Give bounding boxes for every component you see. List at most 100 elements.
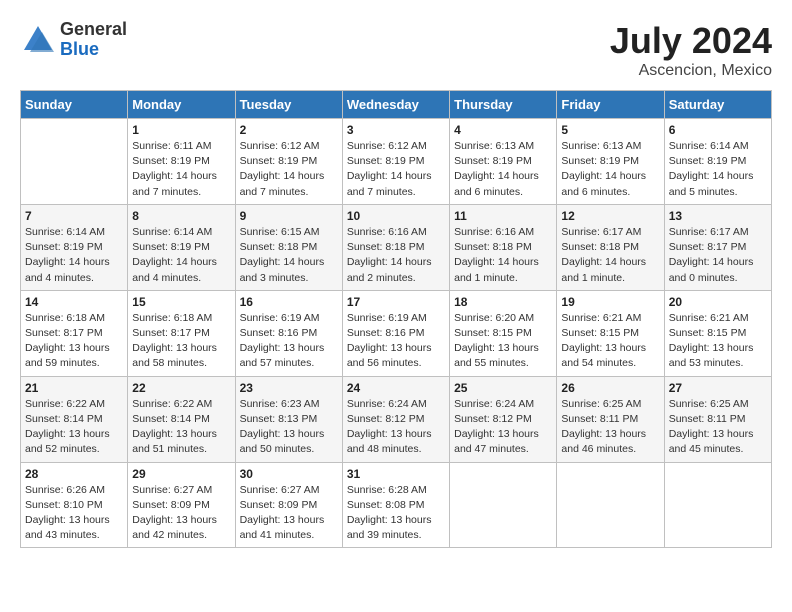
calendar-cell: 29 Sunrise: 6:27 AMSunset: 8:09 PMDayligh… bbox=[128, 462, 235, 548]
logo-icon bbox=[20, 22, 56, 58]
calendar-cell: 14Sunrise: 6:18 AMSunset: 8:17 PMDayligh… bbox=[21, 290, 128, 376]
day-number: 30 bbox=[240, 467, 338, 481]
day-info: Sunrise: 6:11 AMSunset: 8:19 PMDaylight:… bbox=[132, 139, 230, 200]
day-info: Sunrise: 6:24 AMSunset: 8:12 PMDaylight:… bbox=[454, 397, 552, 458]
header-cell-tuesday: Tuesday bbox=[235, 91, 342, 119]
calendar-cell: 18 Sunrise: 6:20 AMSunset: 8:15 PMDayligh… bbox=[450, 290, 557, 376]
day-info: Sunrise: 6:23 AMSunset: 8:13 PMDaylight:… bbox=[240, 397, 338, 458]
day-number: 10 bbox=[347, 209, 445, 223]
day-number: 4 bbox=[454, 123, 552, 137]
calendar-cell: 15 Sunrise: 6:18 AMSunset: 8:17 PMDayligh… bbox=[128, 290, 235, 376]
day-number: 26 bbox=[561, 381, 659, 395]
calendar-cell: 24 Sunrise: 6:24 AMSunset: 8:12 PMDayligh… bbox=[342, 376, 449, 462]
day-info: Sunrise: 6:20 AMSunset: 8:15 PMDaylight:… bbox=[454, 311, 552, 372]
day-number: 12 bbox=[561, 209, 659, 223]
calendar-header: SundayMondayTuesdayWednesdayThursdayFrid… bbox=[21, 91, 772, 119]
calendar-cell: 4 Sunrise: 6:13 AMSunset: 8:19 PMDaylight… bbox=[450, 119, 557, 205]
day-number: 6 bbox=[669, 123, 767, 137]
calendar-body: 1Sunrise: 6:11 AMSunset: 8:19 PMDaylight… bbox=[21, 119, 772, 548]
day-number: 18 bbox=[454, 295, 552, 309]
day-number: 24 bbox=[347, 381, 445, 395]
day-number: 2 bbox=[240, 123, 338, 137]
calendar-cell: 11 Sunrise: 6:16 AMSunset: 8:18 PMDayligh… bbox=[450, 204, 557, 290]
calendar-cell bbox=[557, 462, 664, 548]
calendar-cell: 12 Sunrise: 6:17 AMSunset: 8:18 PMDayligh… bbox=[557, 204, 664, 290]
day-number: 25 bbox=[454, 381, 552, 395]
calendar-cell: 20 Sunrise: 6:21 AMSunset: 8:15 PMDayligh… bbox=[664, 290, 771, 376]
day-number: 29 bbox=[132, 467, 230, 481]
calendar-cell: 17Sunrise: 6:19 AMSunset: 8:16 PMDayligh… bbox=[342, 290, 449, 376]
logo: General Blue bbox=[20, 20, 127, 60]
calendar-cell: 21Sunrise: 6:22 AMSunset: 8:14 PMDayligh… bbox=[21, 376, 128, 462]
day-info: Sunrise: 6:13 AMSunset: 8:19 PMDaylight:… bbox=[454, 139, 552, 200]
day-info: Sunrise: 6:22 AMSunset: 8:14 PMDaylight:… bbox=[132, 397, 230, 458]
day-number: 20 bbox=[669, 295, 767, 309]
day-info: Sunrise: 6:25 AMSunset: 8:11 PMDaylight:… bbox=[561, 397, 659, 458]
day-info: Sunrise: 6:12 AMSunset: 8:19 PMDaylight:… bbox=[240, 139, 338, 200]
header-cell-wednesday: Wednesday bbox=[342, 91, 449, 119]
day-info: Sunrise: 6:18 AMSunset: 8:17 PMDaylight:… bbox=[25, 311, 123, 372]
calendar-cell: 16Sunrise: 6:19 AMSunset: 8:16 PMDayligh… bbox=[235, 290, 342, 376]
logo-blue-text: Blue bbox=[60, 40, 127, 60]
day-info: Sunrise: 6:27 AMSunset: 8:09 PMDaylight:… bbox=[132, 483, 230, 544]
day-info: Sunrise: 6:14 AMSunset: 8:19 PMDaylight:… bbox=[669, 139, 767, 200]
calendar-week-2: 7 Sunrise: 6:14 AMSunset: 8:19 PMDaylight… bbox=[21, 204, 772, 290]
calendar-week-5: 28Sunrise: 6:26 AMSunset: 8:10 PMDayligh… bbox=[21, 462, 772, 548]
day-info: Sunrise: 6:19 AMSunset: 8:16 PMDaylight:… bbox=[347, 311, 445, 372]
location-subtitle: Ascencion, Mexico bbox=[610, 62, 772, 80]
calendar-cell: 27 Sunrise: 6:25 AMSunset: 8:11 PMDayligh… bbox=[664, 376, 771, 462]
day-info: Sunrise: 6:15 AMSunset: 8:18 PMDaylight:… bbox=[240, 225, 338, 286]
calendar-cell: 25 Sunrise: 6:24 AMSunset: 8:12 PMDayligh… bbox=[450, 376, 557, 462]
calendar-table: SundayMondayTuesdayWednesdayThursdayFrid… bbox=[20, 90, 772, 548]
calendar-cell: 5 Sunrise: 6:13 AMSunset: 8:19 PMDaylight… bbox=[557, 119, 664, 205]
day-number: 27 bbox=[669, 381, 767, 395]
day-number: 3 bbox=[347, 123, 445, 137]
calendar-week-4: 21Sunrise: 6:22 AMSunset: 8:14 PMDayligh… bbox=[21, 376, 772, 462]
calendar-cell: 2 Sunrise: 6:12 AMSunset: 8:19 PMDaylight… bbox=[235, 119, 342, 205]
day-number: 31 bbox=[347, 467, 445, 481]
day-info: Sunrise: 6:26 AMSunset: 8:10 PMDaylight:… bbox=[25, 483, 123, 544]
day-number: 15 bbox=[132, 295, 230, 309]
calendar-cell: 7 Sunrise: 6:14 AMSunset: 8:19 PMDaylight… bbox=[21, 204, 128, 290]
day-info: Sunrise: 6:16 AMSunset: 8:18 PMDaylight:… bbox=[454, 225, 552, 286]
month-year-title: July 2024 bbox=[610, 20, 772, 62]
header-cell-monday: Monday bbox=[128, 91, 235, 119]
header-cell-friday: Friday bbox=[557, 91, 664, 119]
day-number: 7 bbox=[25, 209, 123, 223]
day-info: Sunrise: 6:24 AMSunset: 8:12 PMDaylight:… bbox=[347, 397, 445, 458]
day-info: Sunrise: 6:12 AMSunset: 8:19 PMDaylight:… bbox=[347, 139, 445, 200]
calendar-cell: 3 Sunrise: 6:12 AMSunset: 8:19 PMDaylight… bbox=[342, 119, 449, 205]
day-number: 5 bbox=[561, 123, 659, 137]
day-info: Sunrise: 6:22 AMSunset: 8:14 PMDaylight:… bbox=[25, 397, 123, 458]
day-info: Sunrise: 6:21 AMSunset: 8:15 PMDaylight:… bbox=[669, 311, 767, 372]
calendar-cell: 28Sunrise: 6:26 AMSunset: 8:10 PMDayligh… bbox=[21, 462, 128, 548]
header-cell-sunday: Sunday bbox=[21, 91, 128, 119]
day-number: 8 bbox=[132, 209, 230, 223]
day-number: 23 bbox=[240, 381, 338, 395]
day-info: Sunrise: 6:17 AMSunset: 8:18 PMDaylight:… bbox=[561, 225, 659, 286]
header: General Blue July 2024 Ascencion, Mexico bbox=[20, 20, 772, 80]
day-info: Sunrise: 6:21 AMSunset: 8:15 PMDaylight:… bbox=[561, 311, 659, 372]
day-info: Sunrise: 6:13 AMSunset: 8:19 PMDaylight:… bbox=[561, 139, 659, 200]
day-number: 13 bbox=[669, 209, 767, 223]
calendar-week-1: 1Sunrise: 6:11 AMSunset: 8:19 PMDaylight… bbox=[21, 119, 772, 205]
day-number: 9 bbox=[240, 209, 338, 223]
day-number: 11 bbox=[454, 209, 552, 223]
day-number: 22 bbox=[132, 381, 230, 395]
day-number: 19 bbox=[561, 295, 659, 309]
calendar-cell: 1Sunrise: 6:11 AMSunset: 8:19 PMDaylight… bbox=[128, 119, 235, 205]
calendar-week-3: 14Sunrise: 6:18 AMSunset: 8:17 PMDayligh… bbox=[21, 290, 772, 376]
logo-general-text: General bbox=[60, 20, 127, 40]
day-info: Sunrise: 6:27 AMSunset: 8:09 PMDaylight:… bbox=[240, 483, 338, 544]
header-cell-saturday: Saturday bbox=[664, 91, 771, 119]
logo-text: General Blue bbox=[60, 20, 127, 60]
day-info: Sunrise: 6:25 AMSunset: 8:11 PMDaylight:… bbox=[669, 397, 767, 458]
day-info: Sunrise: 6:14 AMSunset: 8:19 PMDaylight:… bbox=[25, 225, 123, 286]
calendar-cell: 19 Sunrise: 6:21 AMSunset: 8:15 PMDayligh… bbox=[557, 290, 664, 376]
calendar-cell bbox=[450, 462, 557, 548]
calendar-cell: 30 Sunrise: 6:27 AMSunset: 8:09 PMDayligh… bbox=[235, 462, 342, 548]
day-info: Sunrise: 6:16 AMSunset: 8:18 PMDaylight:… bbox=[347, 225, 445, 286]
calendar-cell: 10 Sunrise: 6:16 AMSunset: 8:18 PMDayligh… bbox=[342, 204, 449, 290]
calendar-cell: 31Sunrise: 6:28 AMSunset: 8:08 PMDayligh… bbox=[342, 462, 449, 548]
day-info: Sunrise: 6:18 AMSunset: 8:17 PMDaylight:… bbox=[132, 311, 230, 372]
